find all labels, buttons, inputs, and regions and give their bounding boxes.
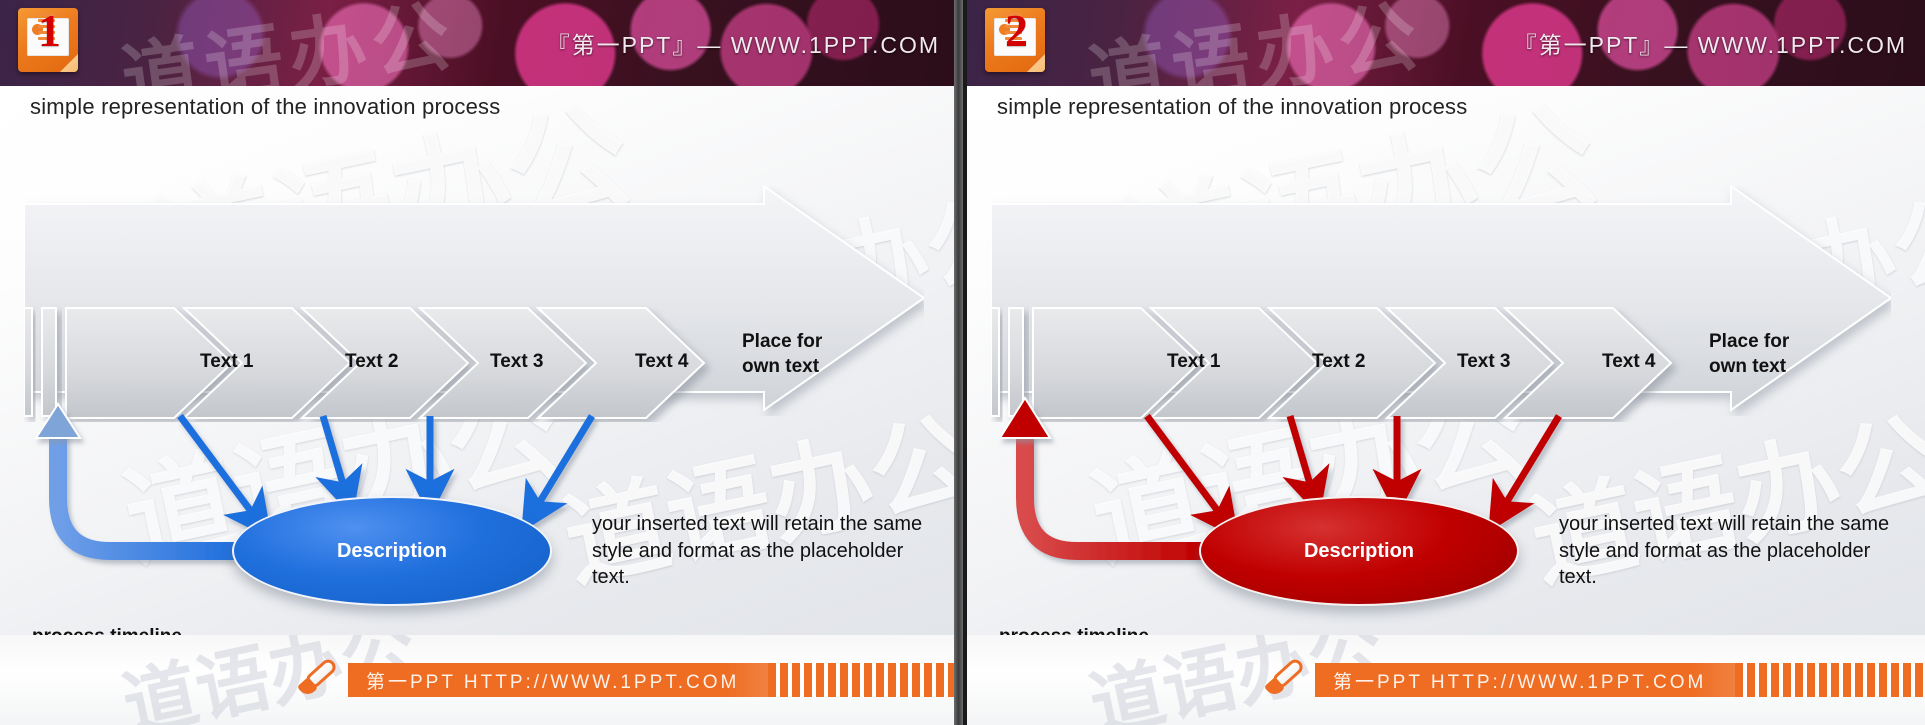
- description-ellipse-label-2: Description: [1303, 539, 1415, 562]
- banner-watermark-1: 道语办公: [116, 0, 462, 86]
- timeline-label-2: process timeline: [999, 626, 1149, 635]
- end-label-line1-1: Place for: [742, 331, 823, 352]
- banner-watermark-2: 道语办公: [1083, 0, 1429, 86]
- timeline-label-1: process timeline: [32, 626, 182, 635]
- step-label-3: Text 3: [1457, 351, 1511, 372]
- step-label-4: Text 4: [1602, 351, 1656, 372]
- step-label-2: Text 2: [345, 351, 399, 372]
- footer-url-text-2: 第一PPT HTTP://WWW.1PPT.COM: [1333, 671, 1707, 693]
- end-label-line2-2: own text: [1709, 356, 1787, 377]
- slide-title-1: simple representation of the innovation …: [30, 94, 501, 119]
- footer-url-text-1: 第一PPT HTTP://WWW.1PPT.COM: [366, 671, 740, 693]
- pen-icon-1: [296, 656, 340, 699]
- slide-preview-stage: 道语办公 1 『第一PPT』— WWW.1PPT.COM 道语办公 道语办公 道…: [0, 0, 1925, 725]
- step-label-1: Text 1: [200, 351, 254, 372]
- footer-1: 道语办公 第一PPT HTTP://WWW.1PPT.COM: [0, 635, 958, 725]
- placeholder-paragraph-2: your inserted text will retain the same …: [1559, 513, 1890, 589]
- footer-2: 道语办公 第一PPT HTTP://WWW.1PPT.COM: [967, 635, 1925, 725]
- panel-number-badge-2: 2: [1005, 5, 1028, 56]
- slide-panel-2: 道语办公 2 『第一PPT』— WWW.1PPT.COM 道语办公 道语办公 道…: [967, 0, 1925, 725]
- description-ellipse-label-1: Description: [336, 539, 448, 562]
- step-label-1: Text 1: [1167, 351, 1221, 372]
- panel-number-badge-1: 1: [38, 5, 61, 56]
- header-banner-1: 道语办公 1 『第一PPT』— WWW.1PPT.COM: [0, 0, 958, 86]
- slide-title-2: simple representation of the innovation …: [997, 94, 1468, 119]
- header-banner-2: 道语办公 2 『第一PPT』— WWW.1PPT.COM: [967, 0, 1925, 86]
- end-label-line1-2: Place for: [1709, 331, 1790, 352]
- slide-panel-1: 道语办公 1 『第一PPT』— WWW.1PPT.COM 道语办公 道语办公 道…: [0, 0, 958, 725]
- panel-divider: [954, 0, 963, 725]
- footer-stripes-2: [1735, 663, 1925, 697]
- slide-canvas-2: 道语办公 道语办公 道语办公 道语办公 simple representatio…: [967, 86, 1925, 635]
- placeholder-paragraph-1: your inserted text will retain the same …: [592, 513, 923, 589]
- powerpoint-file-icon-2[interactable]: 2: [985, 5, 1045, 72]
- footer-url-bar-2[interactable]: 第一PPT HTTP://WWW.1PPT.COM: [1315, 663, 1925, 697]
- footer-url-bar-1[interactable]: 第一PPT HTTP://WWW.1PPT.COM: [348, 663, 958, 697]
- powerpoint-file-icon-1[interactable]: 1: [18, 5, 78, 72]
- step-label-3: Text 3: [490, 351, 544, 372]
- banner-title-2: 『第一PPT』— WWW.1PPT.COM: [1513, 32, 1907, 58]
- description-ellipse-1[interactable]: Description: [232, 496, 552, 606]
- description-ellipse-2[interactable]: Description: [1199, 496, 1519, 606]
- step-label-4: Text 4: [635, 351, 689, 372]
- end-label-line2-1: own text: [742, 356, 820, 377]
- footer-stripes-1: [768, 663, 958, 697]
- step-label-2: Text 2: [1312, 351, 1366, 372]
- pen-icon-2: [1263, 656, 1307, 699]
- banner-title-1: 『第一PPT』— WWW.1PPT.COM: [546, 32, 940, 58]
- slide-canvas-1: 道语办公 道语办公 道语办公 道语办公 simple representatio…: [0, 86, 958, 635]
